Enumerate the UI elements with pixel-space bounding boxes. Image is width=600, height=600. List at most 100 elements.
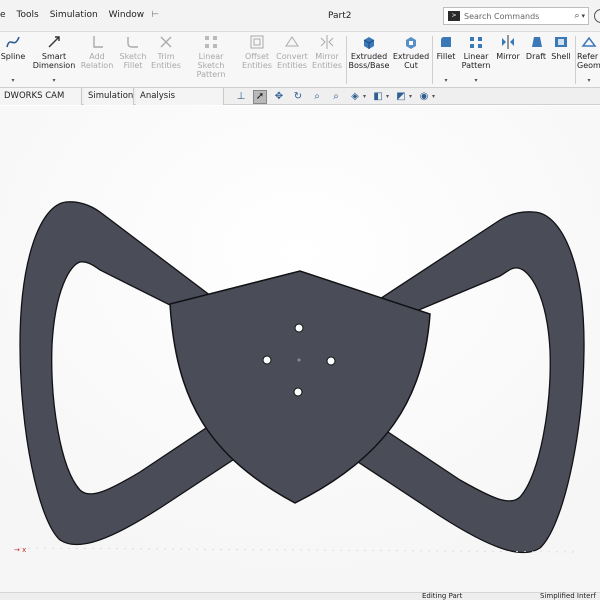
mirror-icon: [502, 35, 514, 49]
menu-item-simulation[interactable]: Simulation: [50, 10, 98, 20]
status-interface-mode[interactable]: Simplified Interf: [540, 592, 596, 600]
chevron-down-icon[interactable]: ▾: [386, 93, 389, 100]
part-model[interactable]: [0, 106, 600, 592]
heads-up-view-toolbar: ⊥ ➚ ✥ ↻ ⌕ ⌕ ◈ ▾ ◧ ▾ ◩ ▾ ◉ ▾: [234, 89, 440, 104]
linear-pattern-button[interactable]: Linear Pattern ▾: [458, 32, 494, 88]
mounting-hole-top[interactable]: [294, 323, 304, 333]
draft-label: Draft: [525, 52, 547, 61]
offset-entities-button[interactable]: Offset Entities: [240, 32, 274, 88]
ribbon-separator: [346, 36, 347, 84]
shell-icon: [555, 37, 567, 47]
command-tab-strip: DWORKS CAM TBM Simulation Analysis Prepa…: [0, 88, 600, 117]
pattern-icon: [205, 36, 217, 48]
smart-dimension-button[interactable]: Smart Dimension ▾: [30, 32, 78, 88]
tab-analysis-preparation[interactable]: Analysis Preparation: [136, 88, 224, 117]
menu-item-tools[interactable]: Tools: [17, 10, 39, 20]
reference-geometry-icon: [581, 36, 597, 47]
spline-label: Spline: [0, 52, 26, 61]
extrude-cut-icon: [406, 37, 416, 49]
sketch-fillet-icon: [127, 37, 138, 48]
mounting-hole-right[interactable]: [326, 356, 336, 366]
chevron-down-icon[interactable]: ▾: [11, 76, 14, 85]
triad-x-axis-icon: → x: [14, 546, 27, 554]
menu-item-file[interactable]: e: [0, 10, 6, 20]
shell-label: Shell: [551, 52, 571, 61]
search-commands-box[interactable]: > Search Commands ⌕ ▾: [443, 7, 589, 25]
title-bar: e Tools Simulation Window ⊢ Part2 > Sear…: [0, 0, 600, 32]
status-editing-mode: Editing Part: [422, 592, 463, 600]
spline-button[interactable]: Spline ▾: [0, 32, 26, 88]
smart-dimension-label: Smart Dimension: [32, 52, 76, 70]
command-prompt-icon: >: [448, 11, 460, 21]
reference-geometry-button[interactable]: Refer Geom ▾: [577, 32, 600, 88]
linear-pattern-icon: [470, 37, 482, 48]
search-icon[interactable]: ⌕: [574, 11, 579, 21]
draft-icon: [532, 37, 542, 47]
hide-show-items-icon[interactable]: ◉: [417, 90, 431, 104]
sketch-fillet-label: Sketch Fillet: [119, 52, 147, 70]
chevron-down-icon[interactable]: ▾: [474, 76, 477, 85]
sketch-fillet-button[interactable]: Sketch Fillet: [118, 32, 148, 88]
pin-menu-icon[interactable]: ⊢: [151, 10, 159, 20]
trim-icon: [160, 36, 172, 48]
convert-entities-label: Convert Entities: [276, 52, 308, 70]
extruded-boss-button[interactable]: Extruded Boss/Base: [348, 32, 390, 88]
convert-entities-button[interactable]: Convert Entities: [274, 32, 310, 88]
search-input[interactable]: Search Commands: [464, 12, 574, 21]
linear-sketch-pattern-button[interactable]: Linear Sketch Pattern: [184, 32, 238, 88]
linear-sketch-pattern-label: Linear Sketch Pattern: [196, 52, 226, 79]
section-view-icon[interactable]: ◈: [348, 90, 362, 104]
mirror-entities-button[interactable]: Mirror Entities: [310, 32, 344, 88]
mirror-entities-label: Mirror Entities: [312, 52, 342, 70]
display-style-icon[interactable]: ◩: [394, 90, 408, 104]
zoom-to-area-icon[interactable]: ⌕: [329, 90, 343, 104]
extruded-cut-button[interactable]: Extruded Cut: [392, 32, 430, 88]
chevron-down-icon[interactable]: ▾: [409, 93, 412, 100]
view-orientation-icon[interactable]: ◧: [371, 90, 385, 104]
chevron-down-icon[interactable]: ▾: [363, 93, 366, 100]
linear-pattern-label: Linear Pattern: [461, 52, 491, 70]
view-orientation-pin-icon[interactable]: ⊥: [234, 90, 248, 104]
fillet-label: Fillet: [436, 52, 456, 61]
pan-icon[interactable]: ✥: [272, 90, 286, 104]
mirror-button[interactable]: Mirror: [494, 32, 522, 88]
chevron-down-icon[interactable]: ▾: [581, 12, 585, 20]
command-manager-ribbon: Spline ▾ Smart Dimension ▾ Add Relation …: [0, 32, 600, 88]
ribbon-separator: [432, 36, 433, 84]
mounting-hole-left[interactable]: [262, 355, 272, 365]
add-relation-button[interactable]: Add Relation: [78, 32, 116, 88]
mounting-hole-bottom[interactable]: [293, 387, 303, 397]
relation-icon: [93, 36, 103, 48]
tab-cam-tbm[interactable]: DWORKS CAM TBM: [0, 88, 82, 117]
chevron-down-icon[interactable]: ▾: [444, 76, 447, 85]
offset-entities-label: Offset Entities: [242, 52, 272, 70]
chevron-down-icon[interactable]: ▾: [432, 93, 435, 100]
fillet-icon: [441, 37, 451, 47]
document-title: Part2: [328, 11, 352, 21]
rotate-icon[interactable]: ↻: [291, 90, 305, 104]
shell-button[interactable]: Shell: [549, 32, 573, 88]
tab-simulation[interactable]: Simulation: [84, 88, 134, 105]
zoom-icon[interactable]: ⌕: [310, 90, 324, 104]
mirror-label: Mirror: [496, 52, 520, 61]
reference-geometry-label: Refer Geom: [577, 52, 600, 70]
extruded-cut-label: Extruded Cut: [392, 52, 430, 70]
dimension-icon: [48, 36, 60, 48]
chevron-down-icon[interactable]: ▾: [52, 76, 55, 85]
chevron-down-icon[interactable]: ▾: [587, 76, 590, 85]
trim-entities-button[interactable]: Trim Entities: [150, 32, 182, 88]
trim-entities-label: Trim Entities: [151, 52, 181, 70]
add-relation-label: Add Relation: [80, 52, 114, 70]
graphics-viewport[interactable]: → x: [0, 106, 600, 592]
spline-icon: [6, 36, 20, 48]
offset-icon: [250, 35, 264, 49]
mirror-entities-icon: [320, 35, 334, 49]
fillet-button[interactable]: Fillet ▾: [434, 32, 458, 88]
select-arrow-icon[interactable]: ➚: [253, 89, 267, 104]
extrude-icon: [363, 37, 375, 49]
convert-icon: [285, 36, 299, 47]
menu-item-window[interactable]: Window: [109, 10, 145, 20]
menu-bar: e Tools Simulation Window ⊢: [0, 10, 170, 20]
draft-button[interactable]: Draft: [524, 32, 548, 88]
help-icon[interactable]: [594, 9, 600, 23]
